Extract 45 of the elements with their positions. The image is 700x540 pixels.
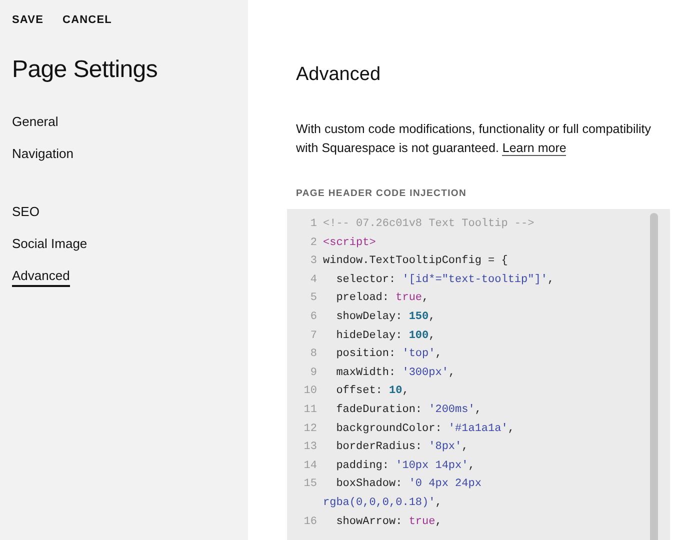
nav-item[interactable]: Social Image [12, 236, 88, 255]
code-line: maxWidth: '300px', [335, 366, 456, 381]
code-line: showDelay: 150, [335, 310, 436, 325]
code-line: position: 'top', [335, 347, 443, 362]
line-number: 1 [309, 217, 318, 232]
line-number: 3 [309, 254, 318, 270]
line-number: 9 [309, 366, 318, 381]
line-number: 4 [309, 272, 318, 288]
nav-item[interactable]: Advanced [12, 268, 70, 287]
section-label: PAGE HEADER CODE INJECTION [296, 188, 468, 199]
line-number: 16 [302, 514, 318, 530]
line-number: 11 [302, 402, 318, 418]
line-number: 13 [302, 440, 318, 456]
scrollbar-thumb[interactable] [650, 213, 658, 540]
code-editor[interactable] [287, 209, 670, 540]
code-line: <!-- 07.26c01v8 Text Tooltip --> [323, 217, 536, 232]
code-line: borderRadius: '8px', [335, 440, 470, 456]
line-number: 10 [302, 384, 318, 400]
line-number: 15 [302, 477, 318, 492]
line-number: 8 [309, 347, 318, 362]
nav-item[interactable]: General [12, 114, 58, 133]
code-line: padding: '10px 14px', [335, 458, 476, 474]
code-line: <script> [323, 236, 377, 251]
code-line: selector: '[id*="text-tooltip"]', [335, 272, 556, 288]
line-number: 12 [302, 422, 318, 437]
line-number: 5 [309, 291, 318, 306]
learn-more-link[interactable]: Learn more [502, 141, 566, 156]
code-line: showArrow: true, [335, 514, 443, 530]
code-line: backgroundColor: '#1a1a1a', [335, 422, 516, 437]
line-number: 7 [309, 328, 318, 344]
cancel-button[interactable]: CANCEL [62, 14, 112, 26]
code-line: preload: true, [335, 291, 430, 306]
description-text: With custom code modifications, functionality or full compatibility with Squarespace is not guaranteed. Learn more [296, 121, 652, 158]
code-line: hideDelay: 100, [335, 328, 436, 344]
line-number: 14 [302, 458, 318, 474]
nav-item[interactable]: Navigation [12, 146, 74, 165]
page-heading: Advanced [296, 64, 382, 86]
save-button[interactable]: SAVE [12, 14, 44, 26]
line-number: 6 [309, 310, 318, 325]
nav-item[interactable]: SEO [12, 204, 40, 223]
code-line: window.TextTooltipConfig = { [323, 254, 509, 270]
line-number: 2 [309, 236, 318, 251]
code-line: offset: 10, [335, 384, 410, 400]
sidebar-title: Page Settings [12, 56, 159, 84]
code-line: fadeDuration: '200ms', [335, 402, 482, 418]
